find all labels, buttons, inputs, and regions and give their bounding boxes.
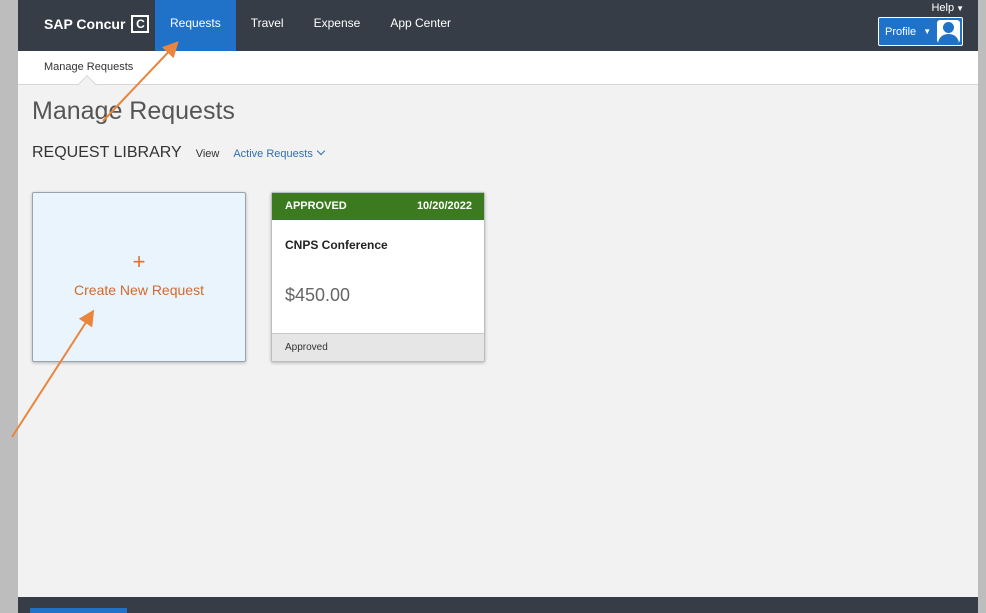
annotation-arrow-requests: [102, 41, 179, 122]
annotation-arrows: [11, 41, 179, 438]
annotation-arrow-create: [11, 309, 95, 438]
